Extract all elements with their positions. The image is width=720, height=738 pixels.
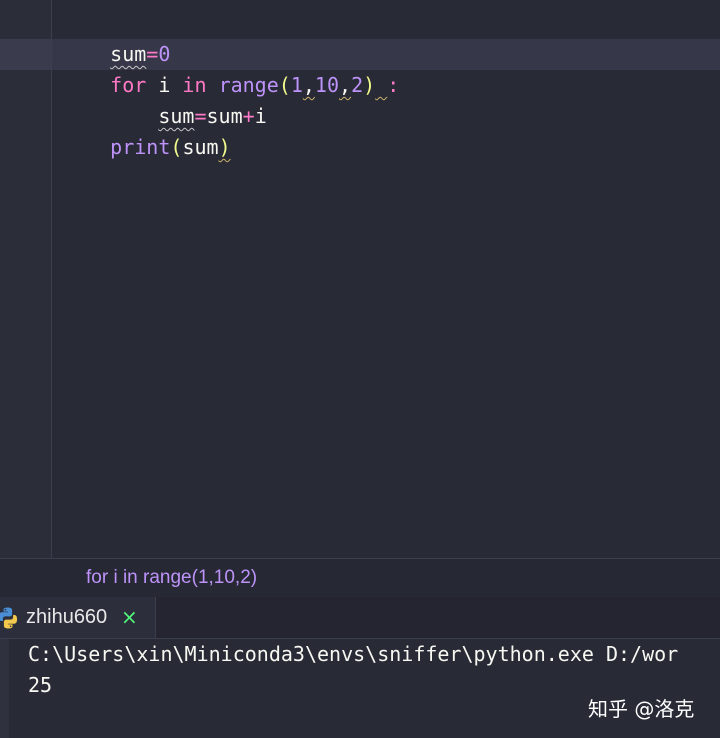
code-token: + [242,104,255,128]
code-line-3[interactable]: sum=sum+i [62,70,266,128]
watermark: 知乎 @洛克 [588,697,695,721]
run-console[interactable]: C:\Users\xin\Miniconda3\envs\sniffer\pyt… [0,639,720,738]
breadcrumb: for i in range(1,10,2) [0,558,720,598]
code-editor[interactable]: sum=0 for i in range(1,10,2) : sum=sum+i… [0,0,720,558]
code-token: , [302,73,315,97]
run-tab-label: zhihu660 [26,606,108,628]
code-token: i [254,104,267,128]
breadcrumb-item[interactable]: for i in range(1,10,2) [86,559,257,597]
code-token: ) [218,135,231,159]
console-gutter [0,639,9,738]
python-icon [0,606,20,630]
code-line-2[interactable]: for i in range(1,10,2) : [62,39,399,97]
line-gutter [0,0,52,558]
close-icon[interactable]: × [121,597,138,637]
code-token: print [110,135,171,159]
code-line-1[interactable]: sum=0 [62,8,170,66]
code-token: ( [170,135,183,159]
current-line-gutter [0,39,51,70]
code-token: 2 [351,73,364,97]
code-token: 1 [290,73,303,97]
code-token: 10 [314,73,340,97]
console-command-line: C:\Users\xin\Miniconda3\envs\sniffer\pyt… [28,642,679,666]
code-token: sum [182,135,219,159]
code-line-4[interactable]: print(sum) [62,101,230,159]
code-token: ) [363,73,376,97]
run-tab[interactable]: zhihu660 × [0,597,156,638]
console-output-line: 25 [28,673,53,697]
run-tool-window-tabs: zhihu660 × [0,597,720,639]
code-token: ( [278,73,291,97]
code-token: : [387,73,400,97]
code-token: , [339,73,352,97]
